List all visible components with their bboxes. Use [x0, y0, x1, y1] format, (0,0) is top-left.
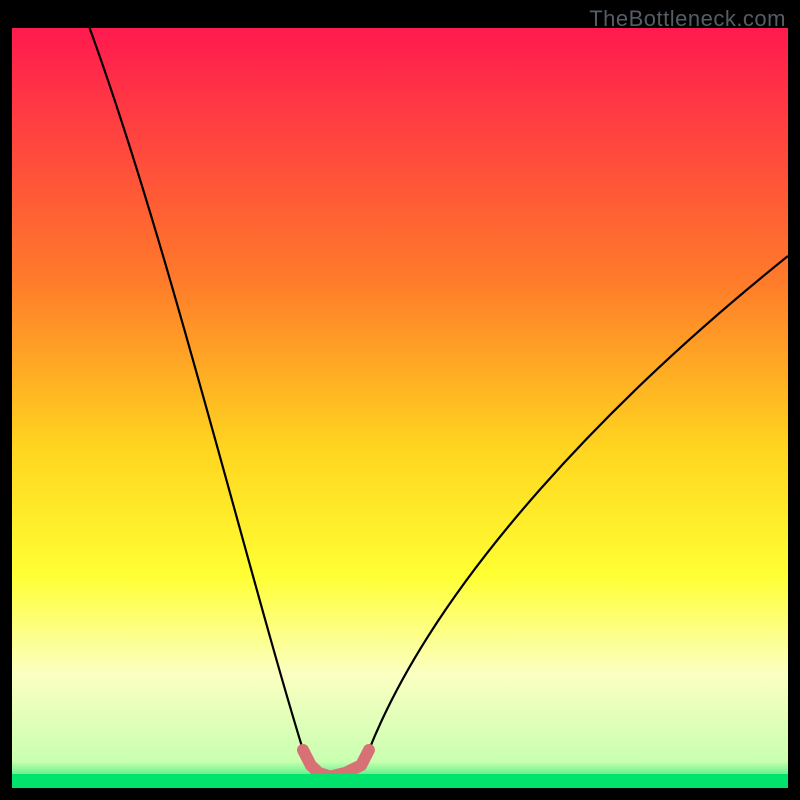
chart-container: TheBottleneck.com: [0, 0, 800, 800]
bottleneck-chart: [0, 0, 800, 800]
watermark-text: TheBottleneck.com: [589, 6, 786, 32]
optimal-baseline: [12, 774, 788, 788]
